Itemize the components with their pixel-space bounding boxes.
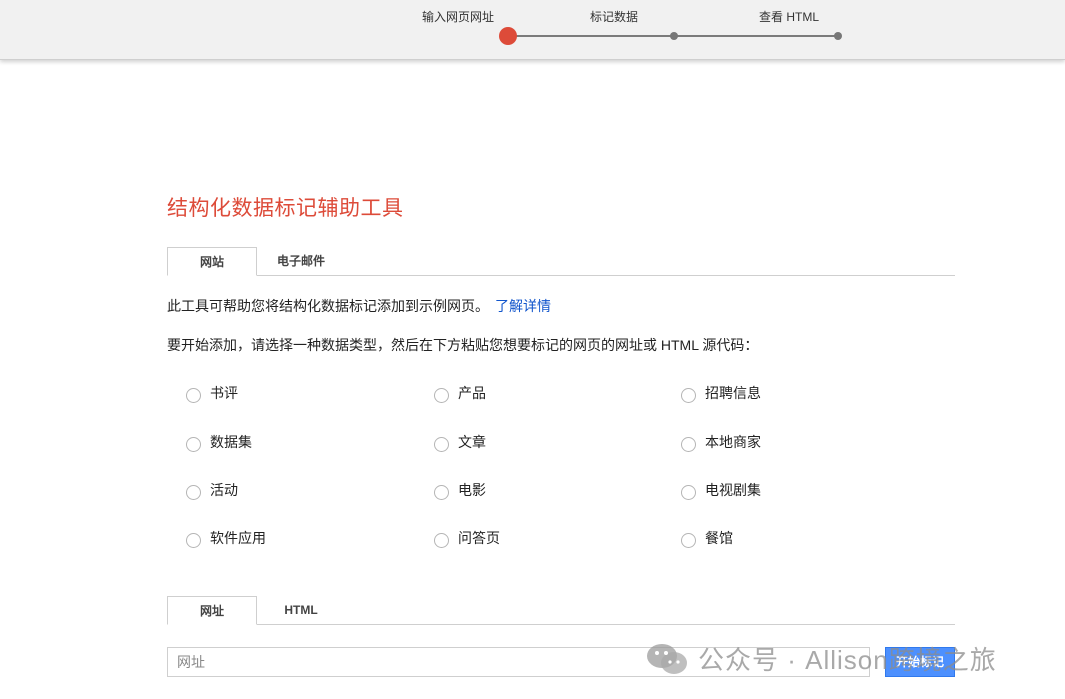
radio-circle[interactable] — [434, 532, 449, 548]
radio-label: 餐馆 — [705, 530, 733, 546]
watermark-text: 公众号 · Allison跨境之旅 — [698, 645, 997, 675]
radio-circle[interactable] — [186, 532, 201, 548]
instruction-text: 要开始添加，请选择一种数据类型，然后在下方粘贴您想要标记的网页的网址或 HTML… — [167, 337, 759, 353]
radio-label: 书评 — [210, 385, 238, 401]
source-tabbar: 网站 电子邮件 — [167, 247, 955, 276]
radio-qa-page[interactable]: 问答页 — [434, 528, 500, 548]
radio-dataset[interactable]: 数据集 — [186, 432, 252, 452]
radio-circle[interactable] — [681, 436, 696, 452]
radio-circle[interactable] — [434, 436, 449, 452]
page-title: 结构化数据标记辅助工具 — [167, 197, 404, 220]
tab-html[interactable]: HTML — [257, 596, 345, 624]
learn-more-link[interactable]: 了解详情 — [495, 298, 551, 314]
radio-label: 软件应用 — [210, 530, 266, 546]
radio-job-posting[interactable]: 招聘信息 — [681, 383, 761, 403]
radio-circle[interactable] — [434, 484, 449, 500]
radio-circle[interactable] — [186, 484, 201, 500]
tool-description: 此工具可帮助您将结构化数据标记添加到示例网页。 了解详情 — [167, 296, 551, 316]
step-dot — [670, 32, 678, 40]
radio-circle[interactable] — [186, 387, 201, 403]
radio-label: 招聘信息 — [705, 385, 761, 401]
radio-movie[interactable]: 电影 — [434, 480, 486, 500]
radio-label: 电视剧集 — [705, 482, 761, 498]
radio-event[interactable]: 活动 — [186, 480, 238, 500]
tab-email[interactable]: 电子邮件 — [257, 247, 345, 275]
step-label-tag-data: 标记数据 — [589, 10, 639, 24]
radio-label: 数据集 — [210, 434, 252, 450]
description-text: 此工具可帮助您将结构化数据标记添加到示例网页。 — [167, 298, 489, 314]
step-dot — [834, 32, 842, 40]
step-label-enter-url: 输入网页网址 — [421, 10, 495, 24]
input-tabbar: 网址 HTML — [167, 596, 955, 625]
watermark: 公众号 · Allison跨境之旅 — [646, 640, 997, 677]
radio-circle[interactable] — [434, 387, 449, 403]
radio-local-business[interactable]: 本地商家 — [681, 432, 761, 452]
tab-url[interactable]: 网址 — [167, 596, 257, 625]
radio-circle[interactable] — [681, 387, 696, 403]
radio-label: 电影 — [458, 482, 486, 498]
progress-header: 输入网页网址 标记数据 查看 HTML — [0, 0, 1065, 60]
radio-label: 本地商家 — [705, 434, 761, 450]
radio-tv-episode[interactable]: 电视剧集 — [681, 480, 761, 500]
wechat-icon — [647, 643, 687, 674]
radio-label: 问答页 — [458, 530, 500, 546]
tab-website[interactable]: 网站 — [167, 247, 257, 276]
radio-circle[interactable] — [681, 484, 696, 500]
radio-book-review[interactable]: 书评 — [186, 383, 238, 403]
step-label-view-html: 查看 HTML — [758, 10, 820, 24]
radio-circle[interactable] — [186, 436, 201, 452]
radio-label: 文章 — [458, 434, 486, 450]
radio-label: 产品 — [458, 385, 486, 401]
radio-restaurant[interactable]: 餐馆 — [681, 528, 733, 548]
radio-software-app[interactable]: 软件应用 — [186, 528, 266, 548]
step-dot-active — [499, 27, 517, 45]
radio-article[interactable]: 文章 — [434, 432, 486, 452]
radio-label: 活动 — [210, 482, 238, 498]
radio-circle[interactable] — [681, 532, 696, 548]
radio-product[interactable]: 产品 — [434, 383, 486, 403]
